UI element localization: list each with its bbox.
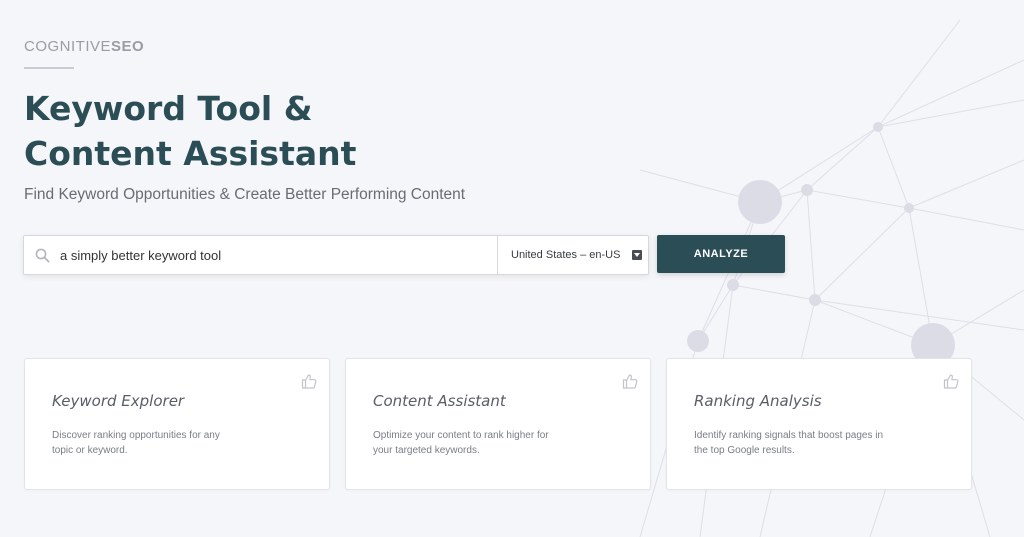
card-description: Optimize your content to rank higher for… xyxy=(373,430,549,456)
card-description: Identify ranking signals that boost page… xyxy=(694,430,884,456)
analyze-button[interactable]: ANALYZE xyxy=(657,235,785,273)
card-title: Content Assistant xyxy=(373,392,506,410)
page-title-line-2: Content Assistant xyxy=(24,134,357,173)
page-title-line-1: Keyword Tool & xyxy=(24,89,313,128)
keyword-search-bar: United States – en-US xyxy=(23,235,649,275)
logo-divider xyxy=(24,67,74,69)
card-ranking-analysis[interactable]: Ranking Analysis Identify ranking signal… xyxy=(666,358,972,490)
page-subtitle: Find Keyword Opportunities & Create Bett… xyxy=(24,186,466,203)
card-title: Keyword Explorer xyxy=(52,392,185,410)
logo-prefix: COGNITIVE xyxy=(24,38,112,55)
dropdown-caret-icon[interactable] xyxy=(632,250,642,260)
keyword-search-input[interactable] xyxy=(60,237,497,273)
thumbs-up-icon[interactable] xyxy=(942,372,960,390)
page-title: Keyword Tool & Content Assistant xyxy=(24,86,544,176)
logo-suffix: SEO xyxy=(111,38,145,55)
brand-logo[interactable]: COGNITIVESEO xyxy=(24,38,144,55)
thumbs-up-icon[interactable] xyxy=(300,372,318,390)
card-title: Ranking Analysis xyxy=(694,392,822,410)
card-description: Discover ranking opportunities for any t… xyxy=(52,430,220,456)
card-content-assistant[interactable]: Content Assistant Optimize your content … xyxy=(345,358,651,490)
card-keyword-explorer[interactable]: Keyword Explorer Discover ranking opport… xyxy=(24,358,330,490)
locale-select-value: United States – en-US xyxy=(511,249,621,261)
locale-select[interactable]: United States – en-US xyxy=(497,236,648,274)
thumbs-up-icon[interactable] xyxy=(621,372,639,390)
search-icon xyxy=(24,236,60,274)
